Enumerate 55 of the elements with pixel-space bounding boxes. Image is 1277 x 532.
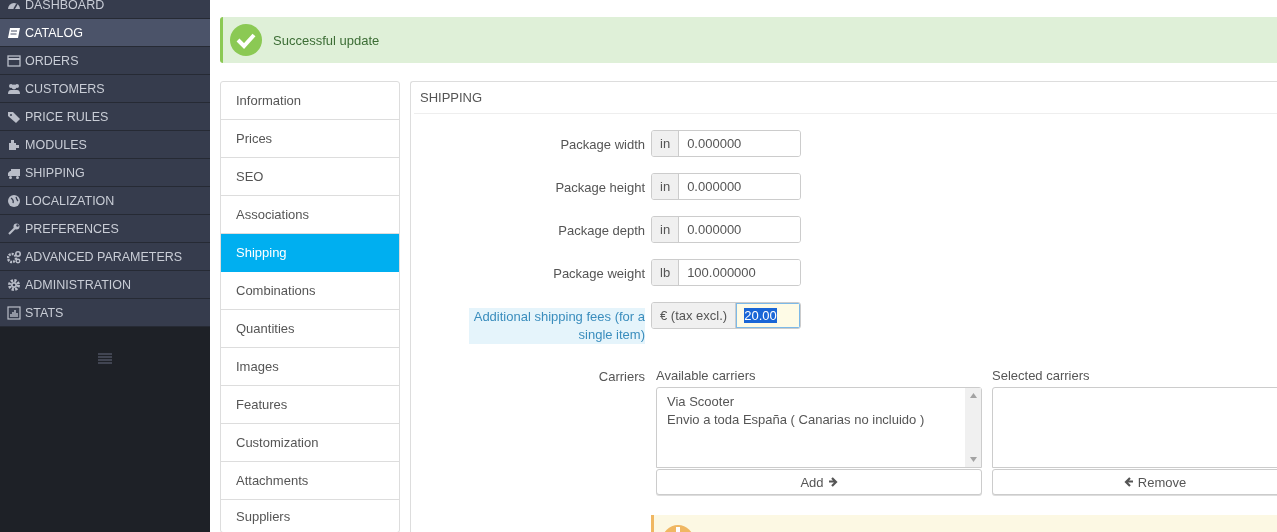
wrench-icon <box>7 221 21 236</box>
users-icon <box>7 81 21 96</box>
list-option[interactable]: Via Scooter <box>667 393 955 411</box>
puzzle-icon <box>7 137 21 152</box>
sidebar-item[interactable]: ORDERS <box>0 47 210 75</box>
tab[interactable]: Combinations <box>221 272 399 310</box>
chart-icon <box>7 305 21 320</box>
tab[interactable]: Suppliers <box>221 500 399 532</box>
remove-button[interactable]: Remove <box>992 469 1277 495</box>
sidebar-item[interactable]: PREFERENCES <box>0 215 210 243</box>
gears-icon <box>7 249 21 264</box>
list-title: Selected carriers <box>992 368 1091 384</box>
sidebar-item[interactable]: STATS <box>0 299 210 327</box>
globe-icon <box>7 193 21 208</box>
tab[interactable]: Attachments <box>221 462 399 500</box>
sidebar-item[interactable]: LOCALIZATION <box>0 187 210 215</box>
tab[interactable]: Prices <box>221 120 399 158</box>
alert-message: Successful update <box>273 32 380 48</box>
menu-icon <box>98 353 112 365</box>
scroll-up-icon <box>969 393 977 398</box>
sidebar-item[interactable]: ADMINISTRATION <box>0 271 210 299</box>
field-label: Package height <box>555 180 645 195</box>
tab[interactable]: SEO <box>221 158 399 196</box>
tab[interactable]: Features <box>221 386 399 424</box>
sidebar-item[interactable]: CUSTOMERS <box>0 75 210 103</box>
tab[interactable]: Customization <box>221 424 399 462</box>
sidebar-item[interactable]: MODULES <box>0 131 210 159</box>
tab[interactable]: Images <box>221 348 399 386</box>
check-icon <box>230 24 262 56</box>
tab[interactable]: Quantities <box>221 310 399 348</box>
gear-icon <box>7 277 21 292</box>
arrow-left-icon <box>1123 477 1134 487</box>
sidebar-item[interactable]: SHIPPING <box>0 159 210 187</box>
carrier-list[interactable] <box>992 387 1277 468</box>
sidebar-item[interactable]: CATALOG <box>0 19 210 47</box>
carrier-list[interactable]: Via Scooter Envio a toda España ( Canarias no incluido ) <box>656 387 982 468</box>
list-title: Available carriers <box>656 368 757 384</box>
field-label: Package depth <box>558 223 645 238</box>
list-option[interactable]: Envio a toda España ( Canarias no incluido ) <box>667 411 955 429</box>
book-icon <box>7 25 21 40</box>
sidebar-item[interactable]: ADVANCED PARAMETERS <box>0 243 210 271</box>
field-label: Carriers <box>598 369 645 384</box>
tag-icon <box>7 109 21 124</box>
tab[interactable]: Information <box>221 82 399 120</box>
arrow-right-icon <box>827 477 838 487</box>
sidebar-item[interactable]: DASHBOARD <box>0 0 210 19</box>
panel-title: SHIPPING <box>414 82 1277 114</box>
scrollbar[interactable] <box>965 388 981 467</box>
field-label: Package width <box>560 137 645 152</box>
card-icon <box>7 53 21 68</box>
dashboard-icon <box>7 0 21 12</box>
field-label: Package weight <box>553 266 645 281</box>
add-button[interactable]: Add <box>656 469 982 495</box>
scroll-down-icon <box>969 457 977 462</box>
sidebar-item[interactable]: PRICE RULES <box>0 103 210 131</box>
